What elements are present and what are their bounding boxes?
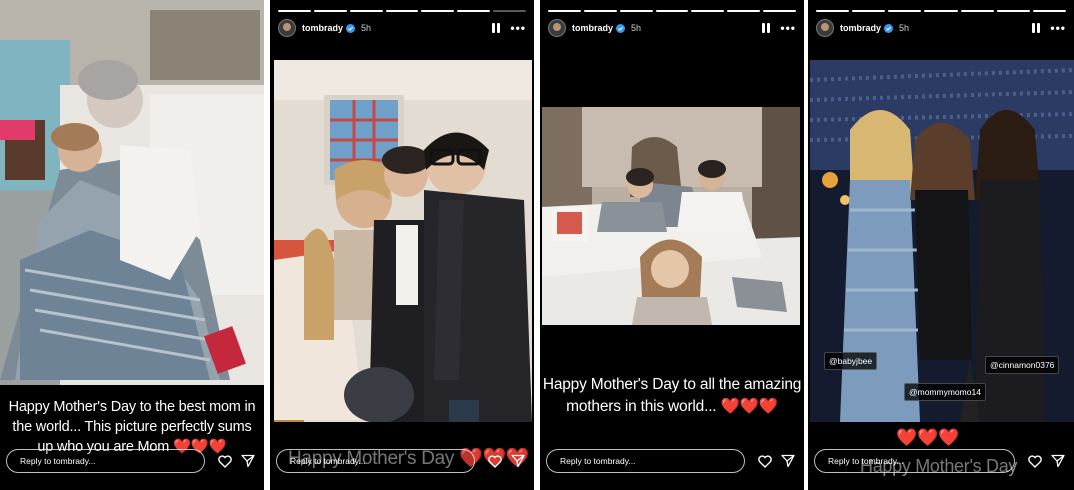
story-card-1[interactable]: tombrady 5h •••: [0, 0, 264, 490]
reply-input[interactable]: Reply to tombrady...: [546, 449, 746, 473]
reply-bar: Reply to tombrady...: [546, 448, 798, 474]
story-photo: [274, 60, 532, 422]
pause-icon[interactable]: [762, 23, 771, 33]
caption-hearts: ❤️❤️❤️: [720, 398, 779, 415]
post-time: 5h: [361, 23, 372, 33]
story-card-4[interactable]: tombrady 5h ••• @babyjbee @mommymomo14 @…: [808, 0, 1074, 490]
heart-icon[interactable]: [755, 451, 774, 471]
verified-badge-icon: [346, 23, 356, 33]
send-icon[interactable]: [509, 451, 528, 471]
verified-badge-icon: [616, 23, 626, 33]
heart-icon[interactable]: [485, 451, 504, 471]
avatar[interactable]: [548, 19, 566, 37]
story-header: tombrady 5h •••: [278, 17, 526, 39]
mention-tag-2[interactable]: @mommymomo14: [904, 383, 986, 401]
story-card-3[interactable]: tombrady 5h ••• Happy Mother's Day to al…: [540, 0, 804, 490]
username[interactable]: tombrady: [302, 23, 343, 33]
story-photo: [542, 107, 800, 325]
reply-input[interactable]: Reply to tombrady...: [814, 449, 1015, 473]
mention-tag-3[interactable]: @cinnamon0376: [985, 356, 1060, 374]
more-options-icon[interactable]: •••: [1050, 21, 1066, 35]
reply-bar: Reply to tombrady...: [6, 448, 258, 474]
pause-icon[interactable]: [492, 23, 501, 33]
story-progress: [548, 10, 797, 12]
avatar[interactable]: [816, 19, 834, 37]
story-card-2[interactable]: tombrady 5h ••• Happy Mother's Day ❤️❤️❤…: [270, 0, 534, 490]
story-progress: [278, 10, 527, 12]
username[interactable]: tombrady: [572, 23, 613, 33]
verified-badge-icon: [884, 23, 894, 33]
reply-input[interactable]: Reply to tombrady...: [276, 449, 476, 473]
reply-input[interactable]: Reply to tombrady...: [6, 449, 206, 473]
send-icon[interactable]: [239, 451, 258, 471]
heart-icon[interactable]: [215, 451, 234, 471]
story-hearts: ❤️❤️❤️: [896, 428, 960, 447]
reply-bar: Reply to tombrady...: [276, 448, 528, 474]
heart-icon[interactable]: [1025, 451, 1045, 471]
reply-bar: Reply to tombrady...: [814, 448, 1068, 474]
send-icon[interactable]: [1048, 451, 1068, 471]
avatar[interactable]: [278, 19, 296, 37]
story-header: tombrady 5h •••: [816, 17, 1066, 39]
more-options-icon[interactable]: •••: [780, 21, 796, 35]
mention-tag-1[interactable]: @babyjbee: [824, 352, 878, 370]
post-time: 5h: [899, 23, 910, 33]
username[interactable]: tombrady: [840, 23, 881, 33]
send-icon[interactable]: [779, 451, 798, 471]
more-options-icon[interactable]: •••: [510, 21, 526, 35]
pause-icon[interactable]: [1032, 23, 1041, 33]
story-progress: [816, 10, 1066, 12]
story-caption: Happy Mother's Day to all the amazing mo…: [540, 374, 804, 418]
story-photo: [0, 0, 264, 385]
post-time: 5h: [631, 23, 642, 33]
story-header: tombrady 5h •••: [548, 17, 796, 39]
